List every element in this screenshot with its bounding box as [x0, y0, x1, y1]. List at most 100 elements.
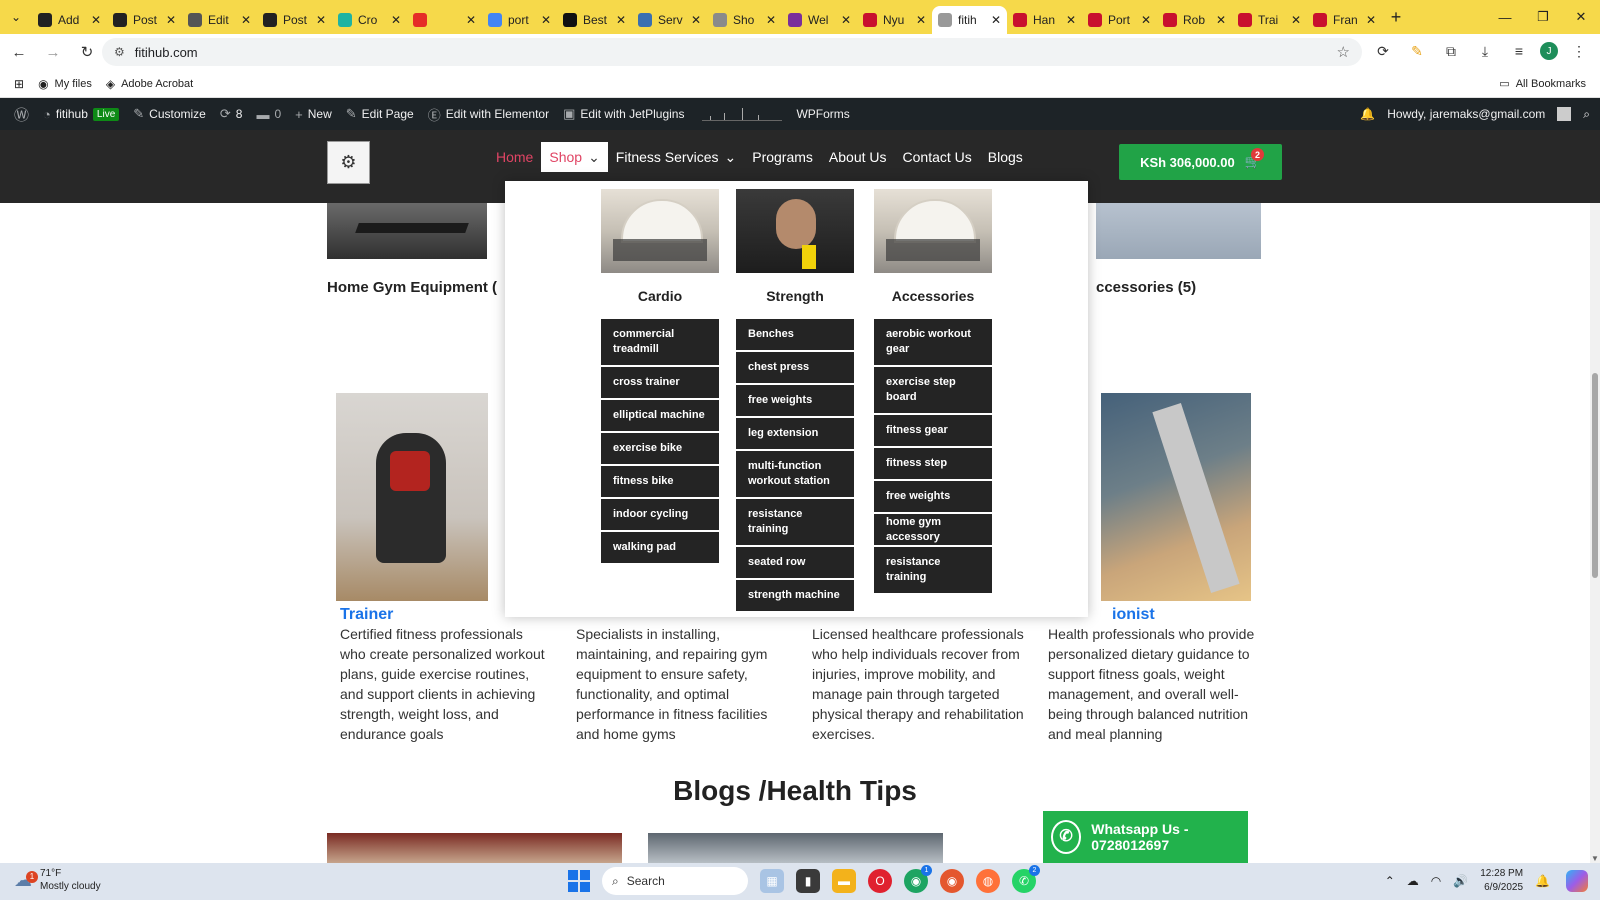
- wp-user-avatar[interactable]: [1557, 107, 1572, 121]
- page-scrollbar[interactable]: ▼: [1590, 203, 1600, 863]
- browser-tab[interactable]: Post ✕: [257, 6, 332, 34]
- menu-item-accessories[interactable]: free weights: [874, 481, 992, 514]
- browser-tab[interactable]: Wel ✕: [782, 6, 857, 34]
- wp-wpforms[interactable]: WPForms: [796, 98, 849, 130]
- volume-icon[interactable]: 🔊: [1453, 874, 1468, 888]
- wp-howdy[interactable]: Howdy, jaremaks@gmail.com: [1387, 107, 1545, 121]
- close-window-icon[interactable]: ✕: [1562, 0, 1600, 34]
- menu-item-cardio[interactable]: cross trainer: [601, 367, 719, 400]
- media-queue-icon[interactable]: ≡: [1506, 38, 1532, 64]
- menu-item-strength[interactable]: resistance training: [736, 499, 854, 547]
- windows-start-icon[interactable]: [568, 870, 590, 892]
- browser-tab[interactable]: fitih ✕: [932, 6, 1007, 34]
- tab-close-icon[interactable]: ✕: [91, 13, 101, 27]
- tab-close-icon[interactable]: ✕: [616, 13, 626, 27]
- browser-tab[interactable]: Serv ✕: [632, 6, 707, 34]
- menu-item-accessories[interactable]: resistance training: [874, 547, 992, 595]
- nutritionist-image[interactable]: [1101, 393, 1251, 601]
- browser-menu-icon[interactable]: ⋮: [1566, 38, 1592, 64]
- browser-tab[interactable]: Fran ✕: [1307, 6, 1382, 34]
- opera-icon[interactable]: O: [868, 869, 892, 893]
- browser-tab[interactable]: Add ✕: [32, 6, 107, 34]
- browser-tab[interactable]: Nyu ✕: [857, 6, 932, 34]
- sync-icon[interactable]: ⟳: [1370, 38, 1396, 64]
- fitihub-logo[interactable]: ⚙: [327, 141, 370, 184]
- browser-tab[interactable]: Trai ✕: [1232, 6, 1307, 34]
- menu-item-cardio[interactable]: walking pad: [601, 532, 719, 565]
- menu-item-strength[interactable]: Benches: [736, 319, 854, 352]
- tab-close-icon[interactable]: ✕: [1366, 13, 1376, 27]
- browser-tab[interactable]: Post ✕: [107, 6, 182, 34]
- menu-item-accessories[interactable]: home gym accessory: [874, 514, 992, 547]
- tab-close-icon[interactable]: ✕: [1066, 13, 1076, 27]
- nav-home[interactable]: Home: [488, 142, 541, 172]
- back-arrow-icon[interactable]: ←: [4, 37, 34, 67]
- accessories-heading[interactable]: Accessories: [874, 273, 992, 319]
- wifi-icon[interactable]: ◠: [1431, 874, 1441, 888]
- nav-programs[interactable]: Programs: [744, 142, 821, 172]
- nutritionist-title[interactable]: ionist: [1112, 606, 1155, 624]
- browser-tab[interactable]: Best ✕: [557, 6, 632, 34]
- accessories-category-image[interactable]: [1096, 203, 1261, 259]
- weather-widget[interactable]: ☁ 1 71°F Mostly cloudy: [14, 867, 101, 893]
- file-explorer-icon[interactable]: ▬: [832, 869, 856, 893]
- scroll-down-arrow-icon[interactable]: ▼: [1590, 854, 1600, 863]
- tab-close-icon[interactable]: ✕: [991, 13, 1001, 27]
- bookmark-my-files[interactable]: ◉ My files: [38, 77, 92, 91]
- menu-item-accessories[interactable]: fitness step: [874, 448, 992, 481]
- wp-edit-jetplugins[interactable]: ▣ Edit with JetPlugins: [563, 98, 684, 130]
- tab-close-icon[interactable]: ✕: [691, 13, 701, 27]
- extension-pen-icon[interactable]: ✎: [1404, 38, 1430, 64]
- new-tab-plus-icon[interactable]: +: [1382, 7, 1410, 28]
- tab-close-icon[interactable]: ✕: [541, 13, 551, 27]
- cardio-image[interactable]: [601, 189, 719, 273]
- menu-item-cardio[interactable]: indoor cycling: [601, 499, 719, 532]
- wp-updates[interactable]: ⟳ 8: [220, 98, 243, 130]
- browser-tab[interactable]: Edit ✕: [182, 6, 257, 34]
- tab-close-icon[interactable]: ✕: [916, 13, 926, 27]
- whatsapp-app-icon[interactable]: ✆ 2: [1012, 865, 1040, 893]
- menu-item-strength[interactable]: free weights: [736, 385, 854, 418]
- menu-item-accessories[interactable]: fitness gear: [874, 415, 992, 448]
- chrome-icon[interactable]: ◉ 1: [904, 865, 932, 893]
- tab-close-icon[interactable]: ✕: [841, 13, 851, 27]
- cart-button[interactable]: KSh 306,000.00 🛒 2: [1119, 144, 1282, 180]
- notification-bell-icon[interactable]: 🔔: [1360, 107, 1375, 121]
- browser-tab[interactable]: Cro ✕: [332, 6, 407, 34]
- strength-image[interactable]: [736, 189, 854, 273]
- tab-search-chevron-icon[interactable]: ⌄: [0, 0, 32, 34]
- wp-site-name[interactable]: ◔ fitihub Live: [43, 98, 120, 130]
- apps-grid-icon[interactable]: ⊞: [14, 77, 24, 91]
- tab-close-icon[interactable]: ✕: [166, 13, 176, 27]
- minimize-icon[interactable]: —: [1486, 0, 1524, 34]
- tab-close-icon[interactable]: ✕: [316, 13, 326, 27]
- nav-contact-us[interactable]: Contact Us: [895, 142, 980, 172]
- menu-item-strength[interactable]: leg extension: [736, 418, 854, 451]
- nav-fitness-services[interactable]: Fitness Services ⌄: [608, 142, 744, 172]
- tab-close-icon[interactable]: ✕: [1216, 13, 1226, 27]
- browser-tab[interactable]: Port ✕: [1082, 6, 1157, 34]
- copilot-icon[interactable]: [1566, 870, 1588, 892]
- menu-item-strength[interactable]: strength machine: [736, 580, 854, 613]
- home-gym-category-label[interactable]: Home Gym Equipment (: [327, 279, 497, 296]
- cardio-heading[interactable]: Cardio: [601, 273, 719, 319]
- reload-icon[interactable]: ↻: [72, 37, 102, 67]
- menu-item-accessories[interactable]: exercise step board: [874, 367, 992, 415]
- widgets-icon[interactable]: ▦: [760, 869, 784, 893]
- wp-edit-page[interactable]: ✎ Edit Page: [346, 98, 414, 130]
- nav-blogs[interactable]: Blogs: [980, 142, 1031, 172]
- firefox-icon[interactable]: ◍: [976, 869, 1000, 893]
- home-gym-category-image[interactable]: [327, 203, 487, 259]
- show-hidden-icons-chevron-icon[interactable]: ⌃: [1385, 874, 1395, 888]
- wp-search-icon[interactable]: ⌕: [1583, 107, 1590, 122]
- whatsapp-button[interactable]: ✆ Whatsapp Us - 0728012697: [1043, 811, 1248, 863]
- blog-thumbnail[interactable]: [327, 833, 622, 863]
- bookmark-star-icon[interactable]: ☆: [1337, 43, 1350, 61]
- all-bookmarks[interactable]: ▭ All Bookmarks: [1499, 77, 1586, 91]
- strength-heading[interactable]: Strength: [736, 273, 854, 319]
- restore-icon[interactable]: ❐: [1524, 0, 1562, 34]
- tab-close-icon[interactable]: ✕: [241, 13, 251, 27]
- blog-thumbnail[interactable]: [648, 833, 943, 863]
- scrollbar-thumb[interactable]: [1592, 373, 1598, 578]
- taskbar-search[interactable]: ⌕ Search: [602, 867, 748, 895]
